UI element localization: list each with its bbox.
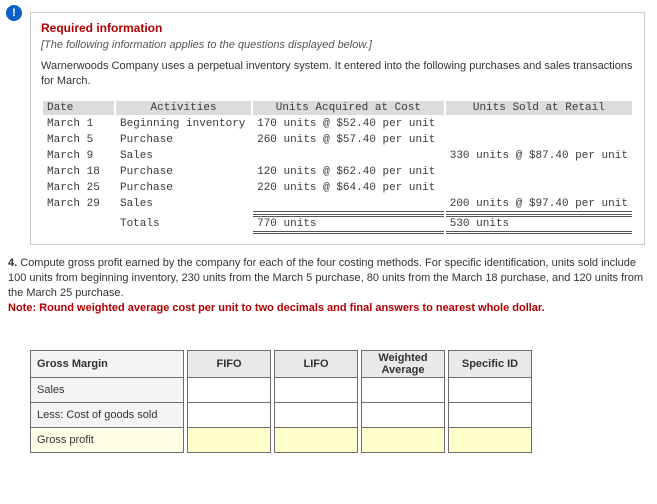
output-spid-gp — [449, 428, 532, 453]
info-icon: ! — [6, 5, 22, 21]
label-cogs: Less: Cost of goods sold — [31, 403, 184, 428]
output-fifo-gp — [188, 428, 271, 453]
row-sales: Sales — [31, 378, 532, 403]
input-fifo-sales[interactable] — [188, 378, 271, 403]
required-subtitle: [The following information applies to th… — [41, 39, 634, 51]
output-wavg-gp — [362, 428, 445, 453]
row-cogs: Less: Cost of goods sold — [31, 403, 532, 428]
hdr-specific-id: Specific ID — [449, 351, 532, 378]
row-gross-profit: Gross profit — [31, 428, 532, 453]
input-spid-cogs[interactable] — [449, 403, 532, 428]
hdr-acquired: Units Acquired at Cost — [253, 101, 444, 115]
question-text: 4. Compute gross profit earned by the co… — [8, 256, 645, 315]
required-title: Required information — [41, 21, 634, 35]
input-lifo-cogs[interactable] — [275, 403, 358, 428]
answer-grid: Gross Margin FIFO LIFO Weighted Average … — [30, 350, 532, 453]
question-number: 4. — [8, 257, 17, 269]
input-wavg-sales[interactable] — [362, 378, 445, 403]
output-lifo-gp — [275, 428, 358, 453]
label-sales: Sales — [31, 378, 184, 403]
table-row: March 9Sales330 units @ $87.40 per unit — [43, 149, 632, 163]
table-row: March 29Sales200 units @ $97.40 per unit — [43, 197, 632, 212]
input-wavg-cogs[interactable] — [362, 403, 445, 428]
totals-row: Totals 770 units 530 units — [43, 214, 632, 234]
table-row: March 1Beginning inventory170 units @ $5… — [43, 117, 632, 131]
input-fifo-cogs[interactable] — [188, 403, 271, 428]
question-body: Compute gross profit earned by the compa… — [8, 257, 643, 299]
question-note: Note: Round weighted average cost per un… — [8, 302, 545, 314]
hdr-date: Date — [43, 101, 114, 115]
table-row: March 5Purchase260 units @ $57.40 per un… — [43, 133, 632, 147]
hdr-lifo: LIFO — [275, 351, 358, 378]
required-body: Warnerwoods Company uses a perpetual inv… — [41, 59, 634, 89]
input-spid-sales[interactable] — [449, 378, 532, 403]
hdr-weighted-avg: Weighted Average — [362, 351, 445, 378]
hdr-sold: Units Sold at Retail — [446, 101, 632, 115]
hdr-fifo: FIFO — [188, 351, 271, 378]
table-row: March 25Purchase220 units @ $64.40 per u… — [43, 181, 632, 195]
label-gross-profit: Gross profit — [31, 428, 184, 453]
hdr-activities: Activities — [116, 101, 251, 115]
hdr-gross-margin: Gross Margin — [31, 351, 184, 378]
table-row: March 18Purchase120 units @ $62.40 per u… — [43, 165, 632, 179]
transactions-table: Date Activities Units Acquired at Cost U… — [41, 99, 634, 236]
input-lifo-sales[interactable] — [275, 378, 358, 403]
required-info-panel: Required information [The following info… — [30, 12, 645, 245]
